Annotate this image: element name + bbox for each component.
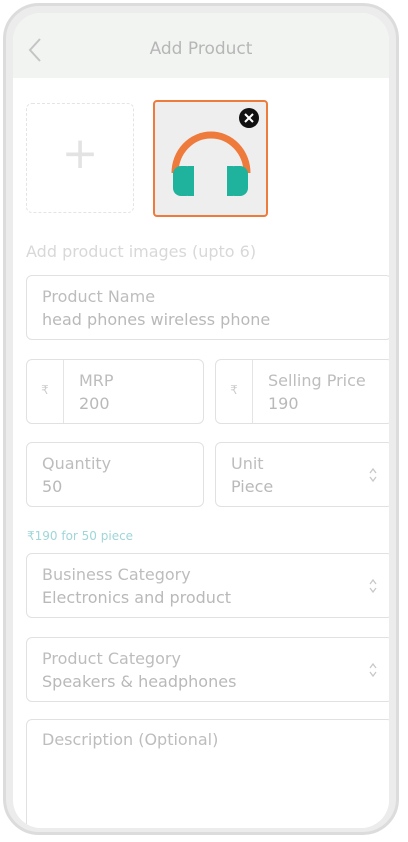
quantity-field[interactable]: Quantity 50 (26, 442, 204, 507)
product-category-label: Product Category (42, 649, 181, 668)
chevron-up-down-icon (369, 578, 377, 594)
selling-price-value: 190 (268, 394, 299, 413)
rupee-icon: ₹ (230, 383, 238, 397)
selling-price-label: Selling Price (268, 371, 366, 390)
description-placeholder: Description (Optional) (42, 730, 219, 749)
mrp-value: 200 (79, 394, 110, 413)
product-category-value: Speakers & headphones (42, 672, 237, 691)
close-circle-icon[interactable] (238, 107, 260, 129)
chevron-up-down-icon (369, 662, 377, 678)
chevron-up-down-icon (369, 467, 377, 483)
price-summary-note: ₹190 for 50 piece (27, 529, 134, 543)
mrp-currency-prefix: ₹ (27, 360, 64, 423)
description-textarea[interactable]: Description (Optional) (26, 719, 389, 828)
quantity-label: Quantity (42, 454, 112, 473)
unit-select[interactable]: Unit Piece (215, 442, 389, 507)
mrp-label: MRP (79, 371, 114, 390)
selling-price-currency-prefix: ₹ (216, 360, 253, 423)
plus-icon: + (61, 128, 99, 179)
quantity-value: 50 (42, 477, 63, 496)
page-title: Add Product (149, 39, 253, 59)
business-category-value: Electronics and product (42, 588, 232, 607)
app-screen: Add Product + Add product images (upto 6… (13, 13, 389, 828)
add-image-button[interactable]: + (26, 103, 134, 213)
mrp-field[interactable]: ₹ MRP 200 (26, 359, 204, 424)
unit-label: Unit (231, 454, 264, 473)
phone-frame: Add Product + Add product images (upto 6… (3, 3, 399, 835)
product-name-label: Product Name (42, 287, 156, 306)
product-name-value: head phones wireless phone (42, 310, 271, 329)
product-name-field[interactable]: Product Name head phones wireless phone (26, 275, 389, 340)
rupee-icon: ₹ (41, 383, 49, 397)
product-category-select[interactable]: Product Category Speakers & headphones (26, 637, 389, 702)
unit-value: Piece (231, 477, 274, 496)
business-category-select[interactable]: Business Category Electronics and produc… (26, 553, 389, 618)
image-limit-hint: Add product images (upto 6) (26, 242, 257, 261)
business-category-label: Business Category (42, 565, 191, 584)
app-header: Add Product (13, 13, 389, 78)
selling-price-field[interactable]: ₹ Selling Price 190 (215, 359, 389, 424)
